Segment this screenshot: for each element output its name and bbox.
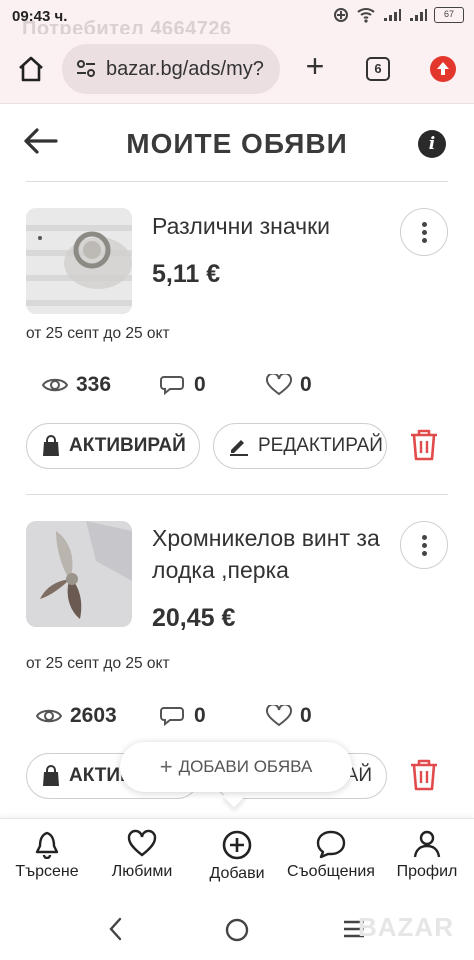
nav-label-add: Добави xyxy=(209,865,265,882)
nav-item-add[interactable]: Добави xyxy=(190,829,284,883)
home-button[interactable] xyxy=(16,54,46,84)
ad-photo-badges xyxy=(26,208,132,314)
home-icon xyxy=(19,56,43,82)
nav-item-favorites[interactable]: Любими xyxy=(95,829,189,881)
nav-label-messages: Съобщения xyxy=(287,863,375,880)
activate-label: АКТИВИРАЙ xyxy=(69,435,186,456)
trash-icon xyxy=(411,429,437,461)
page-title: МОИТЕ ОБЯВИ xyxy=(126,128,348,159)
nav-label-profile: Профил xyxy=(396,863,458,880)
messages-count: 0 xyxy=(194,373,206,396)
bazar-watermark: BAZAR xyxy=(358,912,454,942)
add-ad-label: ДОБАВИ ОБЯВА xyxy=(178,757,313,776)
system-back-icon[interactable] xyxy=(106,916,126,942)
bell-icon xyxy=(35,831,59,859)
messages-count: 0 xyxy=(194,704,206,727)
status-icons: 67 xyxy=(332,6,464,24)
bottom-navigation: Търсене Любими Добави Съобщения Профил xyxy=(0,818,474,896)
chat-bubble-icon xyxy=(316,830,346,859)
nav-item-messages[interactable]: Съобщения xyxy=(284,829,378,881)
add-ad-tooltip[interactable]: + ДОБАВИ ОБЯВА xyxy=(120,742,352,792)
ad-price: 5,11 € xyxy=(152,260,221,288)
nav-label-search: Търсене xyxy=(15,863,79,880)
site-settings-icon[interactable] xyxy=(76,60,96,78)
ad-price: 20,45 € xyxy=(152,604,236,632)
pencil-icon xyxy=(230,440,248,456)
nav-item-search[interactable]: Търсене xyxy=(0,829,94,881)
messages-stat: 0 xyxy=(160,373,206,397)
views-stat: 336 xyxy=(42,373,111,397)
views-stat: 2603 xyxy=(36,704,117,728)
more-options-button[interactable] xyxy=(400,208,448,256)
eye-icon xyxy=(36,709,62,723)
ad-dates: от 25 септ до 25 окт xyxy=(26,655,170,672)
wifi-icon xyxy=(357,8,375,23)
signal-icon-1 xyxy=(384,9,401,21)
delete-button[interactable] xyxy=(408,758,440,792)
divider xyxy=(26,181,448,182)
info-icon[interactable]: i xyxy=(418,130,446,158)
battery-icon: 67 xyxy=(434,7,464,23)
ad-title[interactable]: Хромникелов винт за лодка ,перка xyxy=(152,522,382,586)
heart-icon xyxy=(266,705,292,727)
more-options-button[interactable] xyxy=(400,521,448,569)
system-home-icon[interactable] xyxy=(224,917,250,943)
favorites-count: 0 xyxy=(300,704,312,727)
favorites-stat: 0 xyxy=(266,704,312,728)
ad-thumbnail[interactable] xyxy=(26,208,132,314)
chat-icon xyxy=(160,376,184,396)
arrow-up-icon xyxy=(437,62,449,75)
favorites-stat: 0 xyxy=(266,373,312,397)
ad-photo-propeller xyxy=(26,521,132,627)
divider xyxy=(26,494,448,495)
heart-icon xyxy=(266,374,292,396)
ad-thumbnail[interactable] xyxy=(26,521,132,627)
views-count: 2603 xyxy=(70,704,117,727)
delete-button[interactable] xyxy=(408,428,440,462)
ad-title[interactable]: Различни значки xyxy=(152,210,382,242)
page-header: МОИТЕ ОБЯВИ i xyxy=(0,104,474,182)
views-count: 336 xyxy=(76,373,112,396)
new-tab-button[interactable]: + xyxy=(298,50,332,84)
data-saver-icon xyxy=(334,8,348,22)
activate-button[interactable]: АКТИВИРАЙ xyxy=(26,423,200,469)
edit-button[interactable]: РЕДАКТИРАЙ xyxy=(213,423,387,469)
ad-dates: от 25 септ до 25 окт xyxy=(26,325,170,342)
user-icon xyxy=(413,830,441,858)
heart-icon xyxy=(127,829,157,857)
status-time: 09:43 ч. xyxy=(12,8,68,25)
messages-stat: 0 xyxy=(160,704,206,728)
signal-icon-2 xyxy=(410,9,427,21)
nav-item-profile[interactable]: Профил xyxy=(380,829,474,881)
plus-circle-icon xyxy=(222,830,252,860)
favorites-count: 0 xyxy=(300,373,312,396)
status-bar: Потребител 4664726 09:43 ч. 67 xyxy=(0,0,474,40)
shopping-bag-icon xyxy=(43,435,59,456)
plus-icon: + xyxy=(159,754,173,779)
update-button[interactable] xyxy=(430,56,456,82)
nav-label-favorites: Любими xyxy=(111,863,173,880)
shopping-bag-icon xyxy=(43,765,59,786)
url-text: bazar.bg/ads/my? xyxy=(106,58,264,80)
trash-icon xyxy=(411,759,437,791)
edit-label: РЕДАКТИРАЙ xyxy=(258,435,383,456)
eye-icon xyxy=(42,378,68,392)
chat-icon xyxy=(160,707,184,727)
tab-switcher-button[interactable]: 6 xyxy=(366,57,390,81)
browser-toolbar: bazar.bg/ads/my? + 6 xyxy=(0,34,474,104)
address-bar[interactable]: bazar.bg/ads/my? xyxy=(62,44,280,94)
